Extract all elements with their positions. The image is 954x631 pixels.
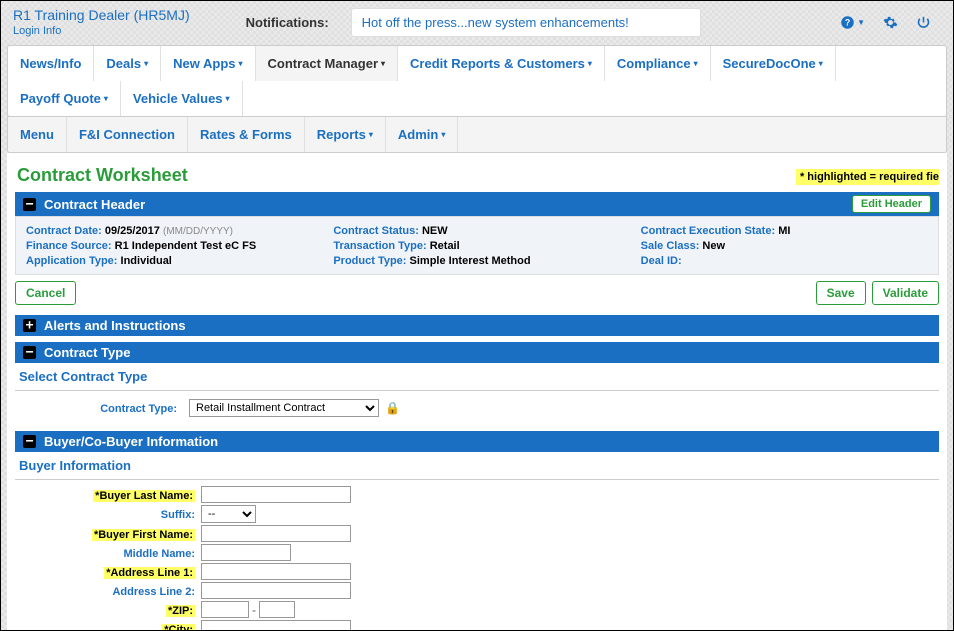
product-type-value: Simple Interest Method: [410, 255, 531, 267]
nav-credit-reports-customers[interactable]: Credit Reports & Customers▾: [398, 46, 605, 81]
edit-header-button[interactable]: Edit Header: [852, 195, 931, 213]
sale-class-label: Sale Class:: [641, 240, 700, 252]
contract-date-label: Contract Date:: [26, 225, 102, 237]
buyer-first-name-input[interactable]: [201, 525, 351, 542]
help-icon[interactable]: ? ▼: [840, 15, 865, 30]
subnav-menu[interactable]: Menu: [8, 117, 67, 152]
secondary-nav: MenuF&I ConnectionRates & FormsReports▾A…: [7, 116, 947, 153]
zip-label: *ZIP:: [166, 605, 195, 617]
chevron-down-icon: ▾: [588, 59, 592, 68]
application-type-value: Individual: [121, 255, 172, 267]
nav-contract-manager[interactable]: Contract Manager▾: [256, 46, 399, 81]
expand-icon[interactable]: +: [23, 319, 36, 332]
login-info-link[interactable]: Login Info: [13, 25, 190, 37]
gear-icon[interactable]: [883, 15, 898, 30]
suffix-select[interactable]: --: [201, 505, 256, 523]
chevron-down-icon: ▾: [226, 94, 230, 103]
chevron-down-icon: ▾: [369, 130, 373, 139]
contract-type-select[interactable]: Retail Installment Contract: [189, 399, 379, 417]
contract-type-label: Contract Type:: [100, 403, 177, 415]
contract-type-title: Contract Type: [44, 345, 130, 360]
chevron-down-icon: ▾: [819, 59, 823, 68]
svg-text:?: ?: [845, 17, 850, 27]
chevron-down-icon: ▾: [441, 130, 445, 139]
contract-type-bar: − Contract Type: [15, 342, 939, 363]
buyer-first-name-label: *Buyer First Name:: [92, 529, 195, 541]
nav-compliance[interactable]: Compliance▾: [605, 46, 711, 81]
buyer-title: Buyer/Co-Buyer Information: [44, 434, 218, 449]
contract-status-value: NEW: [422, 225, 448, 237]
contract-date-value: 09/25/2017: [105, 225, 160, 237]
validate-button[interactable]: Validate: [872, 281, 939, 305]
middle-name-input[interactable]: [201, 544, 291, 561]
exec-state-label: Contract Execution State:: [641, 225, 775, 237]
chevron-down-icon: ▾: [238, 59, 242, 68]
chevron-down-icon: ▾: [144, 59, 148, 68]
transaction-type-value: Retail: [430, 240, 460, 252]
finance-source-value: R1 Independent Test eC FS: [115, 240, 257, 252]
addr2-label: Address Line 2:: [112, 586, 195, 598]
subnav-rates-forms[interactable]: Rates & Forms: [188, 117, 305, 152]
nav-new-apps[interactable]: New Apps▾: [161, 46, 255, 81]
exec-state-value: MI: [778, 225, 790, 237]
dealer-name[interactable]: R1 Training Dealer (HR5MJ): [13, 7, 190, 23]
zip-input[interactable]: [201, 601, 249, 618]
collapse-icon[interactable]: −: [23, 435, 36, 448]
zip4-input[interactable]: [259, 601, 295, 618]
primary-nav: News/InfoDeals▾New Apps▾Contract Manager…: [7, 45, 947, 117]
subnav-reports[interactable]: Reports▾: [305, 117, 386, 152]
suffix-label: Suffix:: [161, 509, 195, 521]
select-contract-type-sub: Select Contract Type: [15, 363, 939, 391]
transaction-type-label: Transaction Type:: [333, 240, 426, 252]
city-input[interactable]: [201, 620, 351, 631]
addr1-input[interactable]: [201, 563, 351, 580]
collapse-icon[interactable]: −: [23, 346, 36, 359]
middle-name-label: Middle Name:: [123, 548, 195, 560]
buyer-info-sub: Buyer Information: [15, 452, 939, 480]
chevron-down-icon: ▾: [381, 59, 385, 68]
power-icon[interactable]: [916, 15, 931, 30]
chevron-down-icon: ▾: [104, 94, 108, 103]
alerts-title: Alerts and Instructions: [44, 318, 186, 333]
buyer-last-name-label: *Buyer Last Name:: [93, 490, 195, 502]
application-type-label: Application Type:: [26, 255, 117, 267]
sale-class-value: New: [702, 240, 725, 252]
contract-header-bar: − Contract Header Edit Header: [15, 192, 939, 216]
cancel-button[interactable]: Cancel: [15, 281, 76, 305]
chevron-down-icon: ▾: [694, 59, 698, 68]
notifications-label: Notifications:: [246, 15, 329, 30]
lock-icon[interactable]: 🔒: [385, 401, 400, 415]
finance-source-label: Finance Source:: [26, 240, 112, 252]
nav-payoff-quote[interactable]: Payoff Quote▾: [8, 81, 121, 116]
nav-vehicle-values[interactable]: Vehicle Values▾: [121, 81, 243, 116]
page-title: Contract Worksheet: [17, 165, 188, 186]
contract-header-title: Contract Header: [44, 197, 145, 212]
nav-deals[interactable]: Deals▾: [94, 46, 161, 81]
collapse-icon[interactable]: −: [23, 198, 36, 211]
nav-news-info[interactable]: News/Info: [8, 46, 94, 81]
notification-banner[interactable]: Hot off the press...new system enhanceme…: [351, 8, 701, 37]
deal-id-label: Deal ID:: [641, 255, 682, 267]
subnav-f-i-connection[interactable]: F&I Connection: [67, 117, 188, 152]
alerts-bar: + Alerts and Instructions: [15, 315, 939, 336]
required-hint: * highlighted = required fie: [796, 169, 939, 185]
buyer-bar: − Buyer/Co-Buyer Information: [15, 431, 939, 452]
addr1-label: *Address Line 1:: [104, 567, 195, 579]
product-type-label: Product Type:: [333, 255, 406, 267]
city-label: *City:: [162, 624, 195, 631]
contract-status-label: Contract Status:: [333, 225, 419, 237]
subnav-admin[interactable]: Admin▾: [386, 117, 458, 152]
buyer-last-name-input[interactable]: [201, 486, 351, 503]
addr2-input[interactable]: [201, 582, 351, 599]
save-button[interactable]: Save: [816, 281, 866, 305]
contract-date-format: (MM/DD/YYYY): [163, 226, 233, 237]
nav-securedocone[interactable]: SecureDocOne▾: [711, 46, 836, 81]
